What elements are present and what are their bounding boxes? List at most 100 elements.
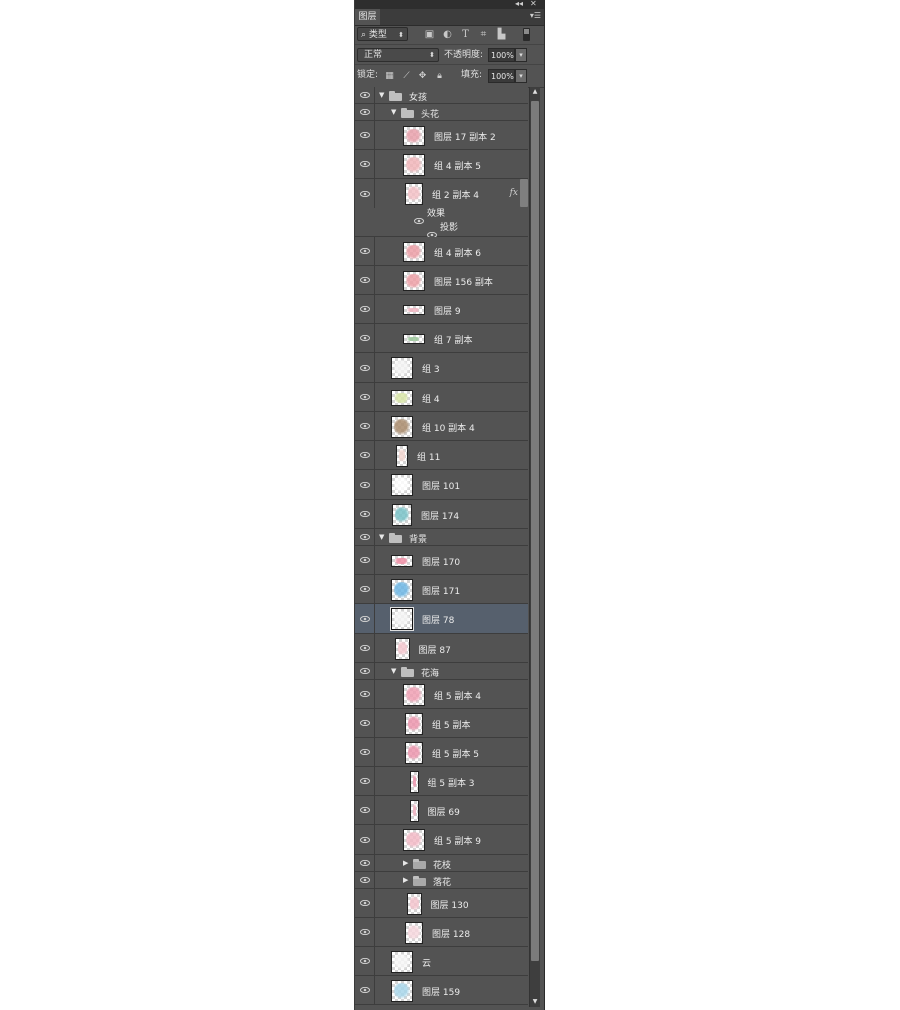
close-panel-button[interactable]: ✕ [530,0,537,9]
visibility-eye-icon[interactable] [355,680,375,708]
effect-visibility-eye-icon[interactable] [414,209,424,228]
layer-name[interactable]: 图层 128 [432,927,470,940]
layer-name[interactable]: 图层 171 [422,584,460,597]
layer-row[interactable]: 图层 69 [355,796,528,825]
layer-name[interactable]: 组 5 副本 9 [434,834,481,847]
visibility-eye-icon[interactable] [355,872,375,888]
layer-row[interactable]: 图层 101 [355,470,528,500]
layer-row[interactable]: 组 5 副本 [355,709,528,738]
visibility-eye-icon[interactable] [355,546,375,574]
expand-caret-right-icon[interactable]: ▶ [403,876,408,884]
layer-name[interactable]: 组 4 副本 5 [434,159,481,172]
layer-row[interactable]: 图层 174 [355,500,528,529]
layer-name[interactable]: 组 5 副本 [432,718,470,731]
layer-thumbnail[interactable] [391,950,413,973]
visibility-eye-icon[interactable] [355,796,375,824]
visibility-eye-icon[interactable] [355,383,375,411]
visibility-eye-icon[interactable] [355,266,375,294]
visibility-eye-icon[interactable] [355,500,375,528]
visibility-eye-icon[interactable] [355,604,375,633]
panel-menu-icon[interactable]: ▾☰ [530,11,541,20]
fill-input[interactable]: 100% [488,69,515,83]
layer-name[interactable]: 图层 78 [422,613,454,626]
visibility-eye-icon[interactable] [355,947,375,975]
visibility-eye-icon[interactable] [355,767,375,795]
visibility-eye-icon[interactable] [355,529,375,545]
tab-layers[interactable]: 图层 [355,9,380,25]
layer-thumbnail[interactable] [391,554,413,567]
layer-thumbnail[interactable] [405,182,423,205]
layer-name[interactable]: 图层 156 副本 [434,275,493,288]
expand-caret-right-icon[interactable]: ▶ [403,859,408,867]
layer-name[interactable]: 图层 159 [422,985,460,998]
layer-row[interactable]: 图层 9 [355,295,528,324]
layer-thumbnail[interactable] [403,125,425,146]
layer-thumbnail[interactable] [403,153,425,176]
lock-paint-icon[interactable]: ⟋ [402,72,411,81]
layer-row[interactable]: 组 2 副本 4 fx 效果 投影 [355,179,528,239]
layer-row[interactable]: 图层 130 [355,889,528,918]
layer-name[interactable]: 图层 17 副本 2 [434,130,496,143]
visibility-eye-icon[interactable] [355,324,375,352]
collapse-panel-button[interactable]: ◂◂ [515,0,523,9]
layer-name[interactable]: 图层 69 [428,805,460,818]
layer-thumbnail[interactable] [405,921,423,944]
layer-thumbnail[interactable] [403,304,425,315]
layer-effects-fx-icon[interactable]: fx [510,188,518,198]
layer-thumbnail[interactable] [403,270,425,291]
expand-caret-down-icon[interactable]: ▼ [379,91,384,99]
layer-thumbnail[interactable] [392,503,412,526]
layer-row[interactable]: 组 11 [355,441,528,470]
layer-name[interactable]: 组 11 [417,450,440,463]
layer-group-row[interactable]: ▶ 花枝 [355,855,528,872]
layer-name[interactable]: 组 3 [422,362,440,375]
layer-name[interactable]: 组 4 副本 6 [434,246,481,259]
expand-caret-down-icon[interactable]: ▼ [391,667,396,675]
layer-thumbnail[interactable] [391,979,413,1002]
smart-object-filter-icon[interactable]: ▙ [496,29,507,40]
opacity-slider-button[interactable]: ▾ [515,48,527,62]
visibility-eye-icon[interactable] [355,575,375,603]
visibility-eye-icon[interactable] [355,918,375,946]
layer-name[interactable]: 花枝 [433,858,451,871]
layer-row[interactable]: 图层 156 副本 [355,266,528,295]
effects-collapse-toggle[interactable] [520,179,528,207]
layer-thumbnail[interactable] [405,712,423,735]
layer-group-row[interactable]: ▼ 女孩 [355,87,528,104]
layer-thumbnail[interactable] [409,799,419,822]
type-filter-icon[interactable]: T [460,29,471,40]
layer-name[interactable]: 头花 [421,107,439,120]
layer-row[interactable]: 组 4 副本 6 [355,237,528,266]
layer-thumbnail[interactable] [391,474,413,496]
filter-kind-select[interactable]: ⌕ 类型 ⬍ [357,27,408,41]
layer-name[interactable]: 图层 101 [422,479,460,492]
visibility-eye-icon[interactable] [355,412,375,440]
visibility-eye-icon[interactable] [355,87,375,103]
effects-label[interactable]: 效果 [427,206,445,219]
visibility-eye-icon[interactable] [355,441,375,469]
effect-item-drop-shadow[interactable]: 投影 [440,220,458,233]
layer-name[interactable]: 图层 170 [422,555,460,568]
adjustment-filter-icon[interactable]: ◐ [442,29,453,40]
visibility-eye-icon[interactable] [355,663,375,679]
layer-name[interactable]: 组 2 副本 4 [432,188,479,201]
layer-group-row[interactable]: ▶ 落花 [355,872,528,889]
layer-row[interactable]: 组 10 副本 4 [355,412,528,441]
layer-name[interactable]: 组 4 [422,392,440,405]
layer-thumbnail[interactable] [391,578,413,601]
layer-row[interactable]: 图层 159 [355,976,528,1005]
layer-row[interactable]: 图层 78 [355,604,528,634]
shape-filter-icon[interactable]: ⌗ [478,29,489,40]
layer-row[interactable]: 组 3 [355,353,528,383]
lock-move-icon[interactable]: ✥ [418,72,427,81]
layer-name[interactable]: 组 5 副本 4 [434,689,481,702]
visibility-eye-icon[interactable] [355,150,375,178]
layer-row[interactable]: 组 5 副本 4 [355,680,528,709]
layer-name[interactable]: 图层 174 [421,509,459,522]
visibility-eye-icon[interactable] [355,976,375,1004]
layer-thumbnail[interactable] [405,741,423,764]
layer-name[interactable]: 组 7 副本 [434,333,472,346]
layer-group-row[interactable]: ▼ 花海 [355,663,528,680]
scroll-down-icon[interactable]: ▼ [530,997,540,1007]
filter-toggle-switch[interactable] [523,28,530,41]
